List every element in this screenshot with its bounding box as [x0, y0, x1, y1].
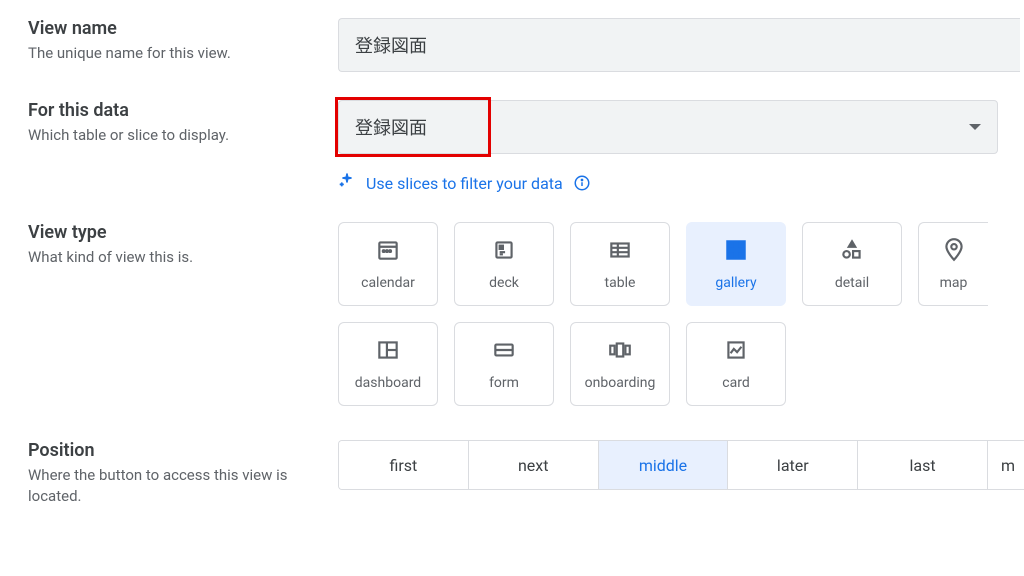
field-col: 登録図面	[338, 18, 1024, 72]
view-type-desc: What kind of view this is.	[28, 247, 328, 268]
segment-last[interactable]: last	[858, 441, 988, 489]
tile-gallery[interactable]: gallery	[686, 222, 786, 306]
field-col: first next middle later last m	[338, 440, 1024, 490]
chevron-down-icon	[969, 124, 981, 130]
tile-card[interactable]: card	[686, 322, 786, 406]
deck-icon	[491, 237, 517, 267]
form-icon	[491, 337, 517, 367]
field-col: calendar deck table gallery	[338, 222, 1024, 406]
label-col: View name The unique name for this view.	[28, 18, 338, 64]
label-col: Position Where the button to access this…	[28, 440, 338, 507]
view-name-desc: The unique name for this view.	[28, 43, 328, 64]
tile-onboarding[interactable]: onboarding	[570, 322, 670, 406]
view-name-value: 登録図面	[355, 32, 427, 58]
info-icon[interactable]	[573, 174, 591, 192]
segment-label: later	[777, 456, 809, 475]
for-data-desc: Which table or slice to display.	[28, 125, 328, 146]
tile-detail[interactable]: detail	[802, 222, 902, 306]
map-pin-icon	[941, 237, 967, 267]
position-title: Position	[28, 440, 328, 461]
segment-label: m	[1001, 456, 1015, 475]
segment-more[interactable]: m	[988, 441, 1024, 489]
gallery-icon	[723, 237, 749, 267]
tile-label: gallery	[715, 275, 756, 291]
tile-label: map	[940, 275, 968, 291]
segment-label: next	[518, 456, 549, 475]
label-col: View type What kind of view this is.	[28, 222, 338, 268]
segment-first[interactable]: first	[339, 441, 469, 489]
segment-next[interactable]: next	[469, 441, 599, 489]
for-data-title: For this data	[28, 100, 328, 121]
tile-label: table	[605, 275, 636, 291]
row-for-this-data: For this data Which table or slice to di…	[28, 100, 1024, 194]
field-col: 登録図面 Use slices to filter your data	[338, 100, 1024, 194]
row-position: Position Where the button to access this…	[28, 440, 1024, 507]
tile-label: onboarding	[585, 375, 656, 391]
tile-map[interactable]: map	[918, 222, 988, 306]
label-col: For this data Which table or slice to di…	[28, 100, 338, 146]
view-name-input[interactable]: 登録図面	[338, 18, 1020, 72]
segment-later[interactable]: later	[728, 441, 858, 489]
tile-label: dashboard	[355, 375, 421, 391]
segment-label: middle	[639, 456, 687, 475]
for-data-value: 登録図面	[355, 114, 427, 140]
segment-middle[interactable]: middle	[599, 441, 729, 489]
row-view-type: View type What kind of view this is. cal…	[28, 222, 1024, 406]
slices-hint[interactable]: Use slices to filter your data	[338, 172, 1024, 194]
tile-dashboard[interactable]: dashboard	[338, 322, 438, 406]
tile-label: calendar	[361, 275, 415, 291]
tile-calendar[interactable]: calendar	[338, 222, 438, 306]
table-icon	[607, 237, 633, 267]
dashboard-icon	[375, 337, 401, 367]
tile-label: card	[722, 375, 749, 391]
tile-table[interactable]: table	[570, 222, 670, 306]
tile-label: form	[489, 375, 519, 391]
segment-label: first	[390, 456, 418, 475]
position-desc: Where the button to access this view is …	[28, 465, 328, 507]
position-segments: first next middle later last m	[338, 440, 1024, 490]
tile-deck[interactable]: deck	[454, 222, 554, 306]
tile-label: deck	[489, 275, 519, 291]
sparkle-icon	[338, 172, 356, 194]
tile-form[interactable]: form	[454, 322, 554, 406]
detail-icon	[839, 237, 865, 267]
card-icon	[723, 337, 749, 367]
view-type-tiles: calendar deck table gallery	[338, 222, 1024, 406]
slices-hint-text: Use slices to filter your data	[366, 174, 563, 193]
tile-label: detail	[835, 275, 869, 291]
view-name-title: View name	[28, 18, 328, 39]
segment-label: last	[910, 456, 936, 475]
calendar-icon	[375, 237, 401, 267]
row-view-name: View name The unique name for this view.…	[28, 18, 1024, 72]
onboarding-icon	[607, 337, 633, 367]
view-type-title: View type	[28, 222, 328, 243]
for-data-select[interactable]: 登録図面	[338, 100, 998, 154]
